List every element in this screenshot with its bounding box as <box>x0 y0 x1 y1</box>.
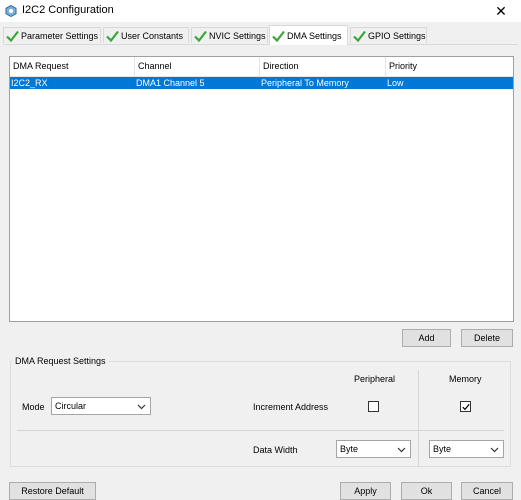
tab-dma-settings[interactable]: DMA Settings <box>269 25 348 45</box>
tab-label: Parameter Settings <box>21 30 99 41</box>
group-title: DMA Request Settings <box>12 356 109 366</box>
column-divider <box>418 370 419 467</box>
dma-request-table[interactable]: DMA Request Channel Direction Priority I… <box>9 56 514 322</box>
memory-column-label: Memory <box>449 374 482 384</box>
tab-label: NVIC Settings <box>209 30 266 41</box>
window-title: I2C2 Configuration <box>22 4 114 16</box>
peripheral-width-value: Byte <box>340 444 359 454</box>
close-button[interactable]: ✕ <box>481 0 521 22</box>
mode-select-value: Circular <box>55 401 87 411</box>
cell-channel: DMA1 Channel 5 <box>136 78 205 88</box>
cell-priority: Low <box>387 78 404 88</box>
table-header: DMA Request Channel Direction Priority <box>10 57 513 77</box>
tab-nvic-settings[interactable]: NVIC Settings <box>191 27 268 43</box>
peripheral-column-label: Peripheral <box>354 374 396 384</box>
check-icon <box>272 30 285 42</box>
column-header-direction[interactable]: Direction <box>260 57 386 76</box>
chevron-down-icon <box>397 447 406 453</box>
check-mark-icon <box>462 403 470 411</box>
check-icon <box>106 30 119 42</box>
close-icon: ✕ <box>495 3 507 19</box>
table-row[interactable]: I2C2_RX DMA1 Channel 5 Peripheral To Mem… <box>10 77 513 89</box>
column-header-dma-request[interactable]: DMA Request <box>10 57 135 76</box>
add-button[interactable]: Add <box>402 329 451 347</box>
row-divider <box>17 430 504 431</box>
column-header-priority[interactable]: Priority <box>386 57 513 76</box>
delete-button[interactable]: Delete <box>461 329 513 347</box>
cell-direction: Peripheral To Memory <box>261 78 349 88</box>
mode-label: Mode <box>22 402 45 412</box>
tab-label: User Constants <box>121 30 184 41</box>
chevron-down-icon <box>490 447 499 453</box>
tab-label: DMA Settings <box>287 30 342 41</box>
tab-label: GPIO Settings <box>368 30 426 41</box>
chevron-down-icon <box>137 404 146 410</box>
check-icon <box>353 30 366 42</box>
peripheral-width-select[interactable]: Byte <box>336 440 411 458</box>
app-icon <box>5 5 17 17</box>
column-header-channel[interactable]: Channel <box>135 57 260 76</box>
check-icon <box>6 30 19 42</box>
check-icon <box>194 30 207 42</box>
memory-increment-checkbox[interactable] <box>460 401 471 412</box>
tab-parameter-settings[interactable]: Parameter Settings <box>3 27 101 43</box>
data-width-label: Data Width <box>253 445 298 455</box>
ok-button[interactable]: Ok <box>401 482 452 500</box>
title-bar: I2C2 Configuration ✕ <box>0 0 521 22</box>
memory-width-value: Byte <box>433 444 452 454</box>
cancel-button[interactable]: Cancel <box>461 482 513 500</box>
peripheral-increment-checkbox[interactable] <box>368 401 379 412</box>
tab-gpio-settings[interactable]: GPIO Settings <box>350 27 427 43</box>
increment-address-label: Increment Address <box>253 402 329 412</box>
tab-bar: Parameter Settings User Constants NVIC S… <box>3 25 518 45</box>
restore-default-button[interactable]: Restore Default <box>9 482 96 500</box>
tab-user-constants[interactable]: User Constants <box>103 27 189 43</box>
cell-dma-request: I2C2_RX <box>11 78 48 88</box>
memory-width-select[interactable]: Byte <box>429 440 504 458</box>
apply-button[interactable]: Apply <box>340 482 391 500</box>
mode-select[interactable]: Circular <box>51 397 151 415</box>
